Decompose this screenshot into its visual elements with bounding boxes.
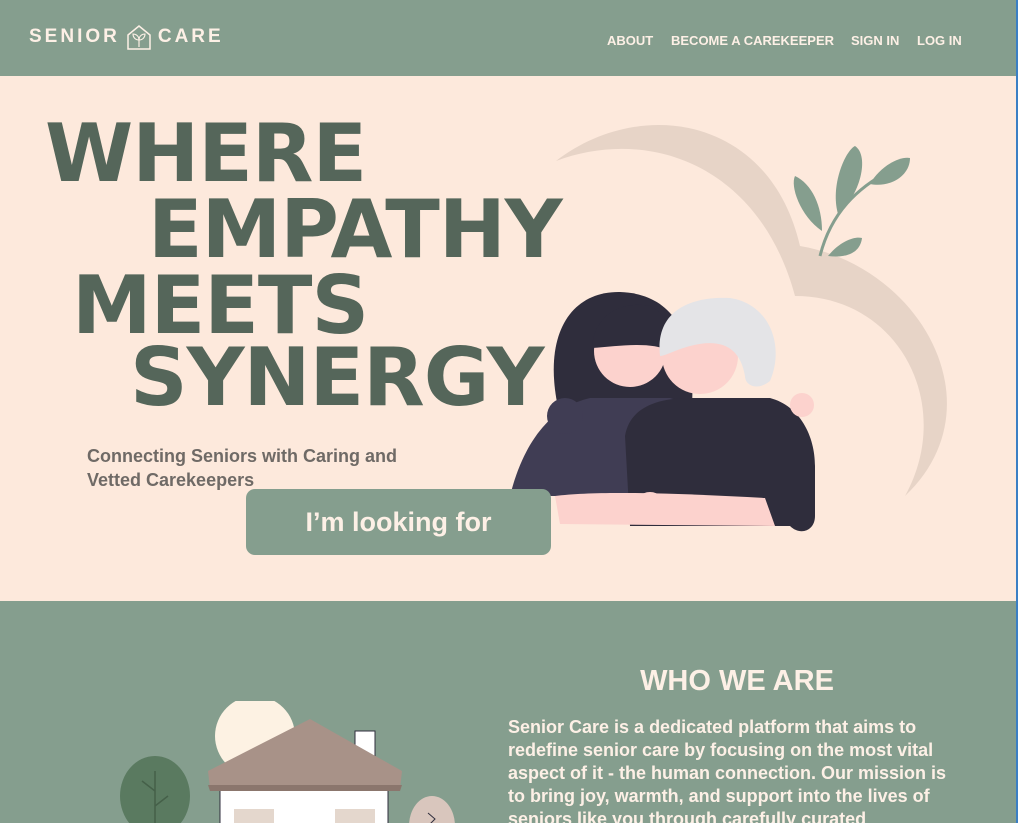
logo-text-care: CARE [157, 26, 224, 47]
nav-about[interactable]: ABOUT [607, 33, 653, 48]
headline-line-2: EMPATHY [148, 183, 563, 276]
hero-subtitle: Connecting Seniors with Caring and Vette… [87, 446, 398, 490]
seniors-hug-illustration [510, 125, 947, 532]
house-illustration [120, 701, 455, 823]
headline-line-4: SYNERGY [130, 331, 545, 424]
house-leaf-logo-icon [127, 25, 151, 50]
who-we-are-section: WHO WE ARE Senior Care is a dedicated pl… [0, 601, 1016, 823]
logo-text-senior: SENIOR [29, 26, 120, 47]
who-we-are-body: Senior Care is a dedicated platform that… [508, 717, 947, 823]
hero-section: WHERE EMPATHY MEETS SYNERGY Connecting S… [0, 76, 1016, 601]
nav-log-in[interactable]: LOG IN [917, 33, 962, 48]
nav-sign-in[interactable]: SIGN IN [851, 33, 899, 48]
headline-line-1: WHERE [45, 107, 367, 200]
who-we-are-title: WHO WE ARE [640, 665, 834, 697]
logo[interactable]: SENIOR CARE [29, 24, 224, 50]
site-header: SENIOR CARE ABOUT BECOME A CAREKEEPER SI… [0, 0, 1016, 76]
nav-become-carekeeper[interactable]: BECOME A CAREKEEPER [671, 33, 834, 48]
looking-for-button[interactable]: I’m looking for [246, 489, 551, 555]
